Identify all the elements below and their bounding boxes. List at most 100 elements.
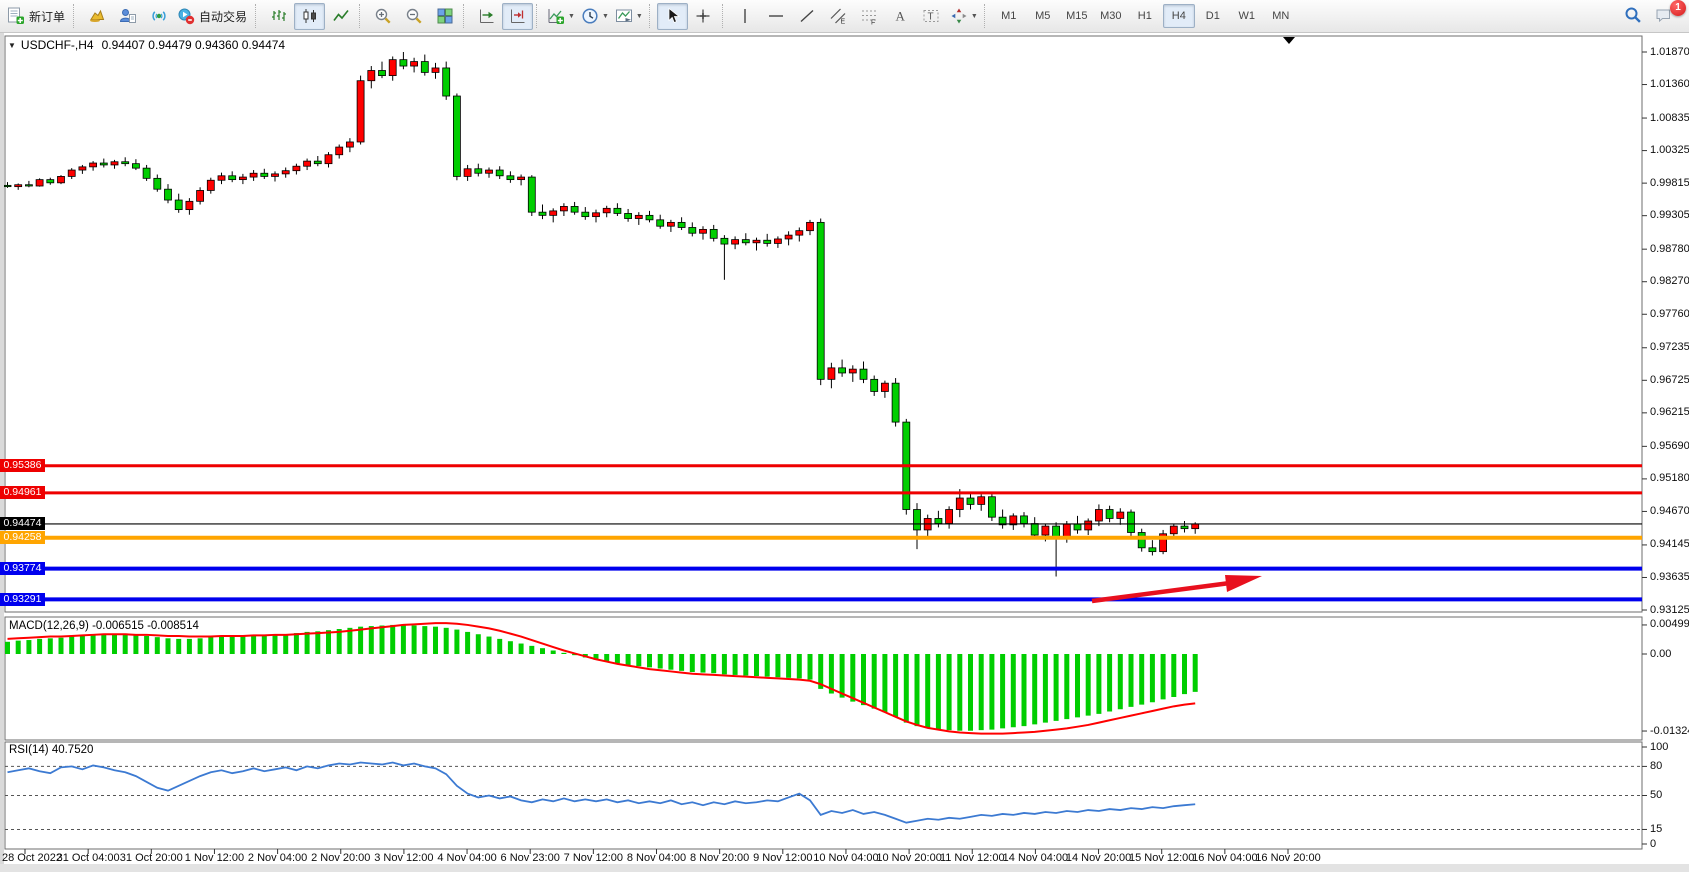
period-icon: [581, 7, 599, 25]
channel-icon: E: [829, 7, 847, 25]
zoom-out-button[interactable]: [398, 3, 429, 30]
market-watch-button[interactable]: [112, 3, 143, 30]
hline-icon: [767, 7, 785, 25]
time-axis-label: 7 Nov 12:00: [564, 852, 623, 864]
vline-icon: [736, 7, 754, 25]
text-label-button[interactable]: T: [916, 3, 947, 30]
trend-arrow-head[interactable]: [1225, 575, 1262, 592]
periods-button[interactable]: ▼: [578, 3, 612, 30]
trendline-button[interactable]: [792, 3, 823, 30]
time-axis-label: 9 Nov 12:00: [753, 852, 812, 864]
cursor-icon: [663, 7, 681, 25]
bar-chart-button[interactable]: [263, 3, 294, 30]
chart-title: ▼USDCHF-,H40.94407 0.94479 0.94360 0.944…: [8, 38, 285, 52]
price-axis-label: 0.93125: [1650, 604, 1689, 616]
chart-menu-arrow-icon[interactable]: ▼: [8, 41, 16, 50]
zoom-in-button[interactable]: [367, 3, 398, 30]
svg-text:E: E: [841, 19, 846, 26]
fibo-icon: F: [860, 7, 878, 25]
notifications-button[interactable]: 1: [1648, 3, 1679, 30]
timeframe-w1[interactable]: W1: [1231, 4, 1263, 28]
price-line-badge: 0.94961: [0, 486, 45, 499]
arrows-button[interactable]: ▼: [947, 3, 981, 30]
templates-button[interactable]: ▼: [612, 3, 646, 30]
bar-chart-icon: [270, 7, 288, 25]
crosshair-button[interactable]: [688, 3, 719, 30]
price-axis-label: 1.01360: [1650, 78, 1689, 90]
timeframe-mn[interactable]: MN: [1265, 4, 1297, 28]
time-axis-label: 16 Nov 04:00: [1192, 852, 1257, 864]
price-axis-label: 0.98270: [1650, 275, 1689, 287]
price-axis-label: 1.00835: [1650, 112, 1689, 124]
chart-shift-button[interactable]: [471, 3, 502, 30]
macd-label: MACD(12,26,9) -0.006515 -0.008514: [9, 620, 199, 632]
text-button[interactable]: A: [885, 3, 916, 30]
cursor-button[interactable]: [657, 3, 688, 30]
timeframe-h1[interactable]: H1: [1129, 4, 1161, 28]
toolbar-separator: [984, 4, 989, 28]
timeframe-h4[interactable]: H4: [1163, 4, 1195, 28]
timeframe-m30[interactable]: M30: [1095, 4, 1127, 28]
line-chart-icon: [332, 7, 350, 25]
auto-scroll-button[interactable]: [502, 3, 533, 30]
price-line-badge: 0.94258: [0, 531, 45, 544]
price-axis-label: 0.93635: [1650, 571, 1689, 583]
indicators-button[interactable]: ▼: [544, 3, 578, 30]
tile-windows-button[interactable]: [429, 3, 460, 30]
new-order-icon: [7, 7, 25, 25]
svg-text:A: A: [896, 9, 906, 24]
price-axis-label: 1.01870: [1650, 46, 1689, 58]
notification-badge: 1: [1670, 0, 1686, 16]
timeframe-m1[interactable]: M1: [993, 4, 1025, 28]
data-window-button[interactable]: [81, 3, 112, 30]
time-axis-label: 10 Nov 04:00: [813, 852, 878, 864]
price-axis-label: 0.94145: [1650, 538, 1689, 550]
price-axis-label: 0.98780: [1650, 243, 1689, 255]
price-axis-label: 0.96725: [1650, 374, 1689, 386]
chart-canvas[interactable]: [0, 0, 1689, 872]
candles-icon: [301, 7, 319, 25]
timeframe-d1[interactable]: D1: [1197, 4, 1229, 28]
time-axis-label: 6 Nov 23:00: [501, 852, 560, 864]
gold-icon: [88, 7, 106, 25]
time-axis-label: 8 Nov 20:00: [690, 852, 749, 864]
svg-text:T: T: [928, 12, 934, 23]
time-axis-label: 8 Nov 04:00: [627, 852, 686, 864]
tile-windows-icon: [436, 7, 454, 25]
indicators-icon: [547, 7, 565, 25]
time-axis-label: 14 Nov 20:00: [1066, 852, 1131, 864]
algo-trading-button[interactable]: 自动交易: [174, 3, 252, 30]
price-axis-label: 0.97760: [1650, 308, 1689, 320]
new-order-button[interactable]: 新订单: [4, 3, 70, 30]
trendline-icon: [798, 7, 816, 25]
rsi-axis-label: 0: [1650, 838, 1656, 850]
time-axis-label: 1 Nov 12:00: [185, 852, 244, 864]
price-line-badge: 0.93774: [0, 562, 45, 575]
shift-end-icon: [478, 7, 496, 25]
price-axis-label: 0.99815: [1650, 177, 1689, 189]
zoom-out-icon: [405, 7, 423, 25]
time-axis-label: 2 Nov 04:00: [248, 852, 307, 864]
timeframe-m15[interactable]: M15: [1061, 4, 1093, 28]
candlestick-chart-button[interactable]: [294, 3, 325, 30]
search-button[interactable]: [1617, 3, 1648, 30]
horizontal-line-button[interactable]: [761, 3, 792, 30]
line-chart-button[interactable]: [325, 3, 356, 30]
shift-auto-icon: [509, 7, 527, 25]
fibonacci-button[interactable]: F: [854, 3, 885, 30]
price-axis-label: 0.95690: [1650, 440, 1689, 452]
time-axis-label: 28 Oct 2022: [2, 852, 62, 864]
label-icon: T: [922, 7, 940, 25]
rsi-label: RSI(14) 40.7520: [9, 744, 93, 756]
rsi-axis-label: 50: [1650, 789, 1662, 801]
mt4-terminal: 新订单自动交易▼▼▼EFAT▼M1M5M15M30H1H4D1W1MN 1 ▼U…: [0, 0, 1689, 872]
timeframe-m5[interactable]: M5: [1027, 4, 1059, 28]
time-axis-label: 11 Nov 12:00: [940, 852, 1005, 864]
vertical-line-button[interactable]: [730, 3, 761, 30]
crosshair-icon: [694, 7, 712, 25]
rsi-axis-label: 15: [1650, 823, 1662, 835]
equidistant-channel-button[interactable]: E: [823, 3, 854, 30]
signals-button[interactable]: [143, 3, 174, 30]
price-axis-label: 0.94670: [1650, 505, 1689, 517]
zoom-in-icon: [374, 7, 392, 25]
